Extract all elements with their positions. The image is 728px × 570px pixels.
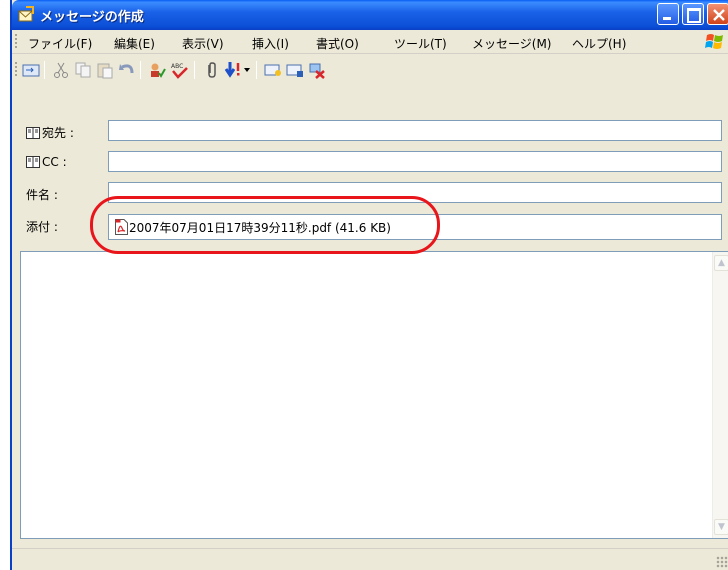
cc-field[interactable] <box>108 151 722 172</box>
attachment-item[interactable]: 2007年07月01日17時39分11秒.pdf (41.6 KB) <box>115 219 391 236</box>
windows-logo-icon <box>705 34 723 49</box>
menu-edit[interactable]: 編集(E) <box>114 35 155 52</box>
close-icon <box>713 9 725 21</box>
to-field[interactable] <box>108 120 722 141</box>
priority-icon[interactable] <box>224 61 242 79</box>
cc-label[interactable]: CC : <box>26 155 67 169</box>
attach-icon[interactable] <box>202 61 220 79</box>
close-button[interactable] <box>707 3 728 25</box>
menu-view[interactable]: 表示(V) <box>182 35 224 52</box>
message-icon <box>18 6 34 22</box>
subject-field[interactable] <box>108 182 722 203</box>
attachment-filename: 2007年07月01日17時39分11秒.pdf (41.6 KB) <box>129 221 391 235</box>
menu-message[interactable]: メッセージ(M) <box>472 35 551 52</box>
undo-icon[interactable] <box>118 61 136 79</box>
menu-format[interactable]: 書式(O) <box>316 35 359 52</box>
maximize-button[interactable] <box>682 3 704 25</box>
window-title: メッセージの作成 <box>40 10 144 25</box>
status-bar <box>12 548 728 570</box>
encrypt-icon[interactable] <box>286 61 304 79</box>
to-label-text: 宛先 : <box>42 126 74 140</box>
menu-insert[interactable]: 挿入(I) <box>252 35 289 52</box>
cut-icon[interactable] <box>52 61 70 79</box>
subject-label: 件名 : <box>26 188 58 202</box>
work-offline-icon[interactable] <box>308 61 326 79</box>
pdf-file-icon <box>115 219 128 235</box>
resize-grip-icon[interactable] <box>716 556 728 568</box>
paste-icon[interactable] <box>96 61 114 79</box>
toolbar: ABC <box>12 55 728 85</box>
address-book-icon <box>26 127 40 139</box>
minimize-button[interactable] <box>657 3 679 25</box>
sign-icon[interactable] <box>264 61 282 79</box>
svg-text:ABC: ABC <box>171 63 183 70</box>
vertical-scrollbar[interactable]: ▲ ▼ <box>712 252 728 538</box>
address-book-icon <box>26 156 40 168</box>
toolbar-grip[interactable] <box>15 62 17 78</box>
spelling-icon[interactable]: ABC <box>170 61 188 79</box>
menu-file[interactable]: ファイル(F) <box>28 35 92 52</box>
menu-help[interactable]: ヘルプ(H) <box>572 35 626 52</box>
attach-label: 添付 : <box>26 220 58 234</box>
attachment-field[interactable]: 2007年07月01日17時39分11秒.pdf (41.6 KB) <box>108 214 722 240</box>
title-bar[interactable]: メッセージの作成 <box>12 0 728 30</box>
priority-dropdown-icon[interactable] <box>244 67 250 73</box>
menu-bar: ファイル(F) 編集(E) 表示(V) 挿入(I) 書式(O) ツール(T) メ… <box>12 30 728 54</box>
menubar-grip[interactable] <box>15 34 17 50</box>
cc-label-text: CC : <box>42 155 67 169</box>
copy-icon[interactable] <box>74 61 92 79</box>
scroll-up-icon[interactable]: ▲ <box>714 255 728 271</box>
compose-window: メッセージの作成 ファイル(F) 編集(E) 表示(V) 挿入(I) 書式(O)… <box>10 0 728 570</box>
scroll-down-icon[interactable]: ▼ <box>714 519 728 535</box>
message-body[interactable]: ▲ ▼ <box>20 251 728 539</box>
to-label[interactable]: 宛先 : <box>26 124 74 141</box>
send-icon[interactable] <box>22 61 40 79</box>
check-names-icon[interactable] <box>148 61 166 79</box>
menu-tools[interactable]: ツール(T) <box>394 35 447 52</box>
